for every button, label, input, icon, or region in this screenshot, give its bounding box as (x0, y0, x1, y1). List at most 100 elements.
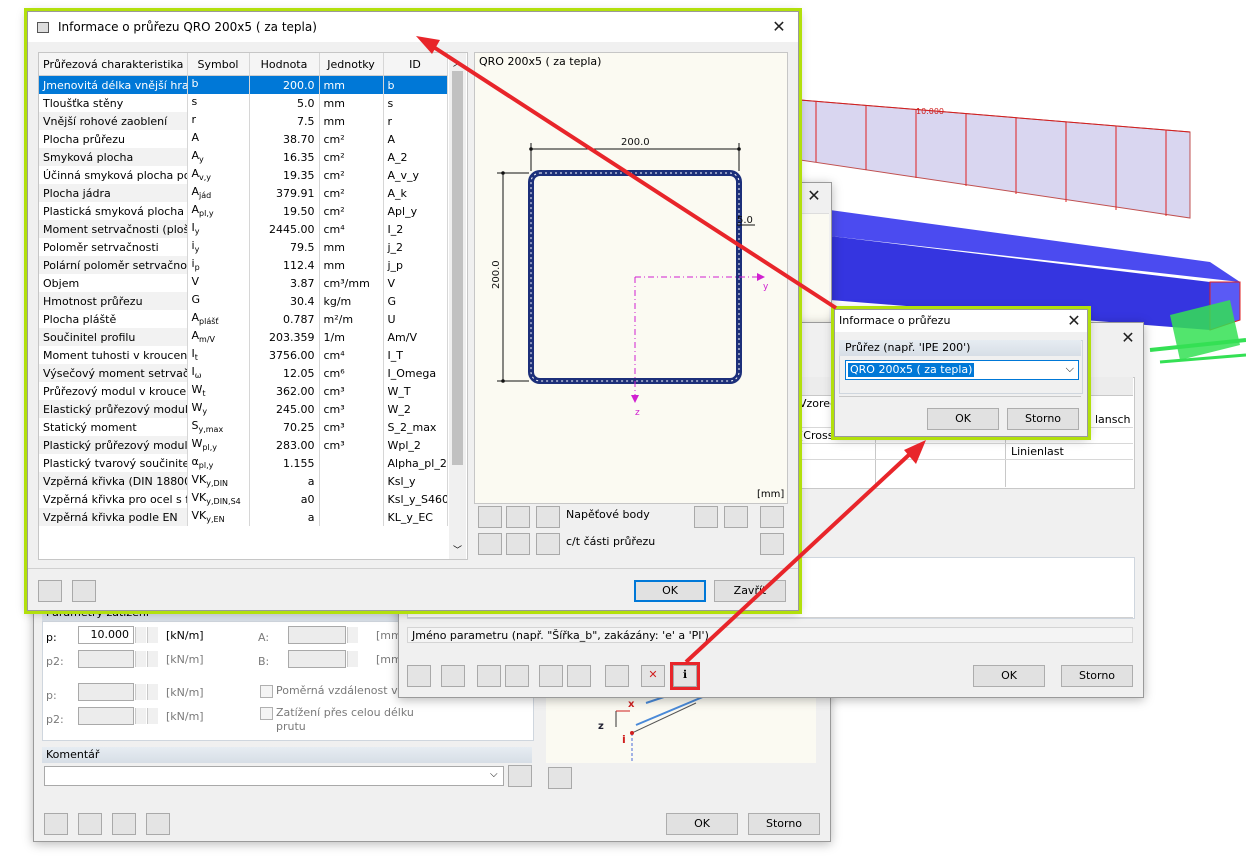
close-icon[interactable]: ✕ (1117, 327, 1139, 349)
diagram-options-button[interactable] (548, 767, 572, 789)
units-icon[interactable] (112, 813, 136, 835)
table-row[interactable]: Vzpěrná křivka podle EN VKy,EN a KL_y_EC (39, 508, 448, 526)
table-row[interactable]: Poloměr setrvačnosti iy 79.5 mm j_2 (39, 238, 448, 256)
close-icon[interactable]: ✕ (803, 185, 825, 207)
table-row[interactable]: Tloušťka stěny s 5.0 mm s (39, 94, 448, 112)
open-folder-icon[interactable] (505, 665, 529, 687)
select-cancel-button[interactable]: Storno (1007, 408, 1079, 430)
help-icon[interactable] (407, 665, 431, 687)
chevron-down-icon[interactable]: ⌵ (490, 769, 498, 780)
edit-icon[interactable] (441, 665, 465, 687)
symbol-subscript: pl,y (198, 461, 214, 471)
symbol-main: A (191, 131, 200, 145)
table-row[interactable]: Plocha průřezu A 38.70 cm² A (39, 130, 448, 148)
symbol-cell: Wt (187, 382, 250, 400)
section-info-button[interactable]: ℹ (670, 662, 700, 690)
table-row[interactable]: Plocha pláště Aplášť 0.787 m²/m U (39, 310, 448, 328)
symbol-main: r (191, 113, 197, 127)
close-icon[interactable]: ✕ (768, 16, 790, 38)
export-excel-icon[interactable] (72, 580, 96, 602)
p3-arrow[interactable] (147, 684, 158, 700)
axes-icon[interactable] (694, 506, 718, 528)
scroll-thumb[interactable] (452, 71, 463, 465)
p3-label: p: (46, 689, 57, 702)
import-excel-icon[interactable] (567, 665, 591, 687)
table-row[interactable]: Moment tuhosti v kroucení It 3756.00 cm⁴ I_T (39, 346, 448, 364)
p2-input[interactable] (78, 650, 134, 668)
p3-input[interactable] (78, 683, 134, 701)
p4-arrow[interactable] (147, 708, 158, 724)
help-icon[interactable] (38, 580, 62, 602)
table-row[interactable]: Elastický průřezový modul Wy 245.00 cm³ W_2 (39, 400, 448, 418)
table-row[interactable]: Statický moment Sy,max 70.25 cm³ S_2_max (39, 418, 448, 436)
save-icon[interactable] (477, 665, 501, 687)
table-row[interactable]: Výsečový moment setrvačno Iω 12.05 cm⁶ I_Ome… (39, 364, 448, 382)
id-cell: I_Omega (383, 364, 448, 382)
table-row[interactable]: Objem V 3.87 cm³/mm V (39, 274, 448, 292)
p4-spin[interactable] (135, 708, 146, 724)
dimension-icon[interactable] (478, 506, 502, 528)
b-input[interactable] (288, 650, 346, 668)
a-input[interactable] (288, 626, 346, 644)
scroll-up-icon[interactable]: ︿ (453, 56, 462, 69)
b-spin[interactable] (347, 651, 358, 667)
help-icon[interactable] (44, 813, 68, 835)
load-ok-button[interactable]: OK (666, 813, 738, 835)
table-row[interactable]: Účinná smyková plocha podleAv,y19.35cm²A… (39, 166, 448, 184)
p2-spin[interactable] (135, 651, 146, 667)
comment-library-button[interactable] (508, 765, 532, 787)
info-ok-button[interactable]: OK (634, 580, 706, 602)
table-row[interactable]: Plastická smyková plocha Apl,y 19.50 cm² Apl… (39, 202, 448, 220)
comment-header: Komentář (42, 747, 532, 763)
section-combobox[interactable]: QRO 200x5 ( za tepla) ⌵ (845, 360, 1079, 380)
p-spin[interactable] (135, 627, 146, 643)
table-row[interactable]: Smyková plocha Ay 16.35 cm² A_2 (39, 148, 448, 166)
param-ok-button[interactable]: OK (973, 665, 1045, 687)
print-icon[interactable] (760, 533, 784, 555)
select-ok-button[interactable]: OK (927, 408, 999, 430)
table-row[interactable]: Plastický průřezový modul Wpl,y 283.00 cm³ W… (39, 436, 448, 454)
info-close-button[interactable]: Zavřít (714, 580, 786, 602)
zoom-reset-icon[interactable] (760, 506, 784, 528)
table-row[interactable]: Vnější rohové zaoblení r 7.5 mm r (39, 112, 448, 130)
table-row[interactable]: Vzpěrná křivka pro ocel s fy>VKy,DIN,S4a… (39, 490, 448, 508)
load-cancel-button[interactable]: Storno (748, 813, 820, 835)
numbering-icon[interactable] (506, 533, 530, 555)
export-excel-icon[interactable] (539, 665, 563, 687)
a-spin[interactable] (347, 627, 358, 643)
chevron-down-icon[interactable]: ⌵ (1066, 362, 1074, 376)
delete-icon[interactable]: ✕ (641, 665, 665, 687)
p4-input[interactable] (78, 707, 134, 725)
table-row[interactable]: Moment setrvačnosti (plošný Iy 2445.00 cm⁴ I… (39, 220, 448, 238)
table-row[interactable]: Součinitel profilu Am/V 203.359 1/m Am/V (39, 328, 448, 346)
full-length-checkbox[interactable] (260, 707, 273, 720)
zoom-icon[interactable] (536, 533, 560, 555)
edit-icon[interactable] (78, 813, 102, 835)
comment-input[interactable] (44, 766, 504, 786)
relative-dist-checkbox[interactable] (260, 685, 273, 698)
id-cell: Am/V (383, 328, 448, 346)
close-icon[interactable]: ✕ (1063, 310, 1085, 332)
table-scrollbar[interactable]: ︿ ﹀ (449, 53, 466, 559)
table-row[interactable]: Plastický tvarový součinitel αpl,y 1.155 Al… (39, 454, 448, 472)
table-row[interactable]: Průřezový modul v kroucení Wt 362.00 cm³ W_T (39, 382, 448, 400)
p3-spin[interactable] (135, 684, 146, 700)
table-icon[interactable] (146, 813, 170, 835)
table-row[interactable]: Jmenovitá délka vnější hrany b 200.0 mm b (39, 75, 448, 94)
table-row[interactable]: Hmotnost průřezu G 30.4 kg/m G (39, 292, 448, 310)
axis-direction-icon[interactable] (724, 506, 748, 528)
table-row[interactable]: Polární poloměr setrvačnosti ip 112.4 mm j_p (39, 256, 448, 274)
zoom-icon[interactable] (536, 506, 560, 528)
numbering-icon[interactable] (506, 506, 530, 528)
symbol-subscript: t (202, 389, 206, 399)
symbol-cell: Sy,max (187, 418, 250, 436)
param-cancel-button[interactable]: Storno (1061, 665, 1133, 687)
table-row[interactable]: Plocha jádra Ajád 379.91 cm² A_k (39, 184, 448, 202)
p-arrow[interactable] (147, 627, 158, 643)
section-part-icon[interactable] (478, 533, 502, 555)
p2-arrow[interactable] (147, 651, 158, 667)
calculator-icon[interactable] (605, 665, 629, 687)
scroll-down-icon[interactable]: ﹀ (453, 543, 462, 556)
table-row[interactable]: Vzpěrná křivka (DIN 18800-2 VKy,DIN a Ksl_y (39, 472, 448, 490)
p-input[interactable]: 10.000 (78, 626, 134, 644)
